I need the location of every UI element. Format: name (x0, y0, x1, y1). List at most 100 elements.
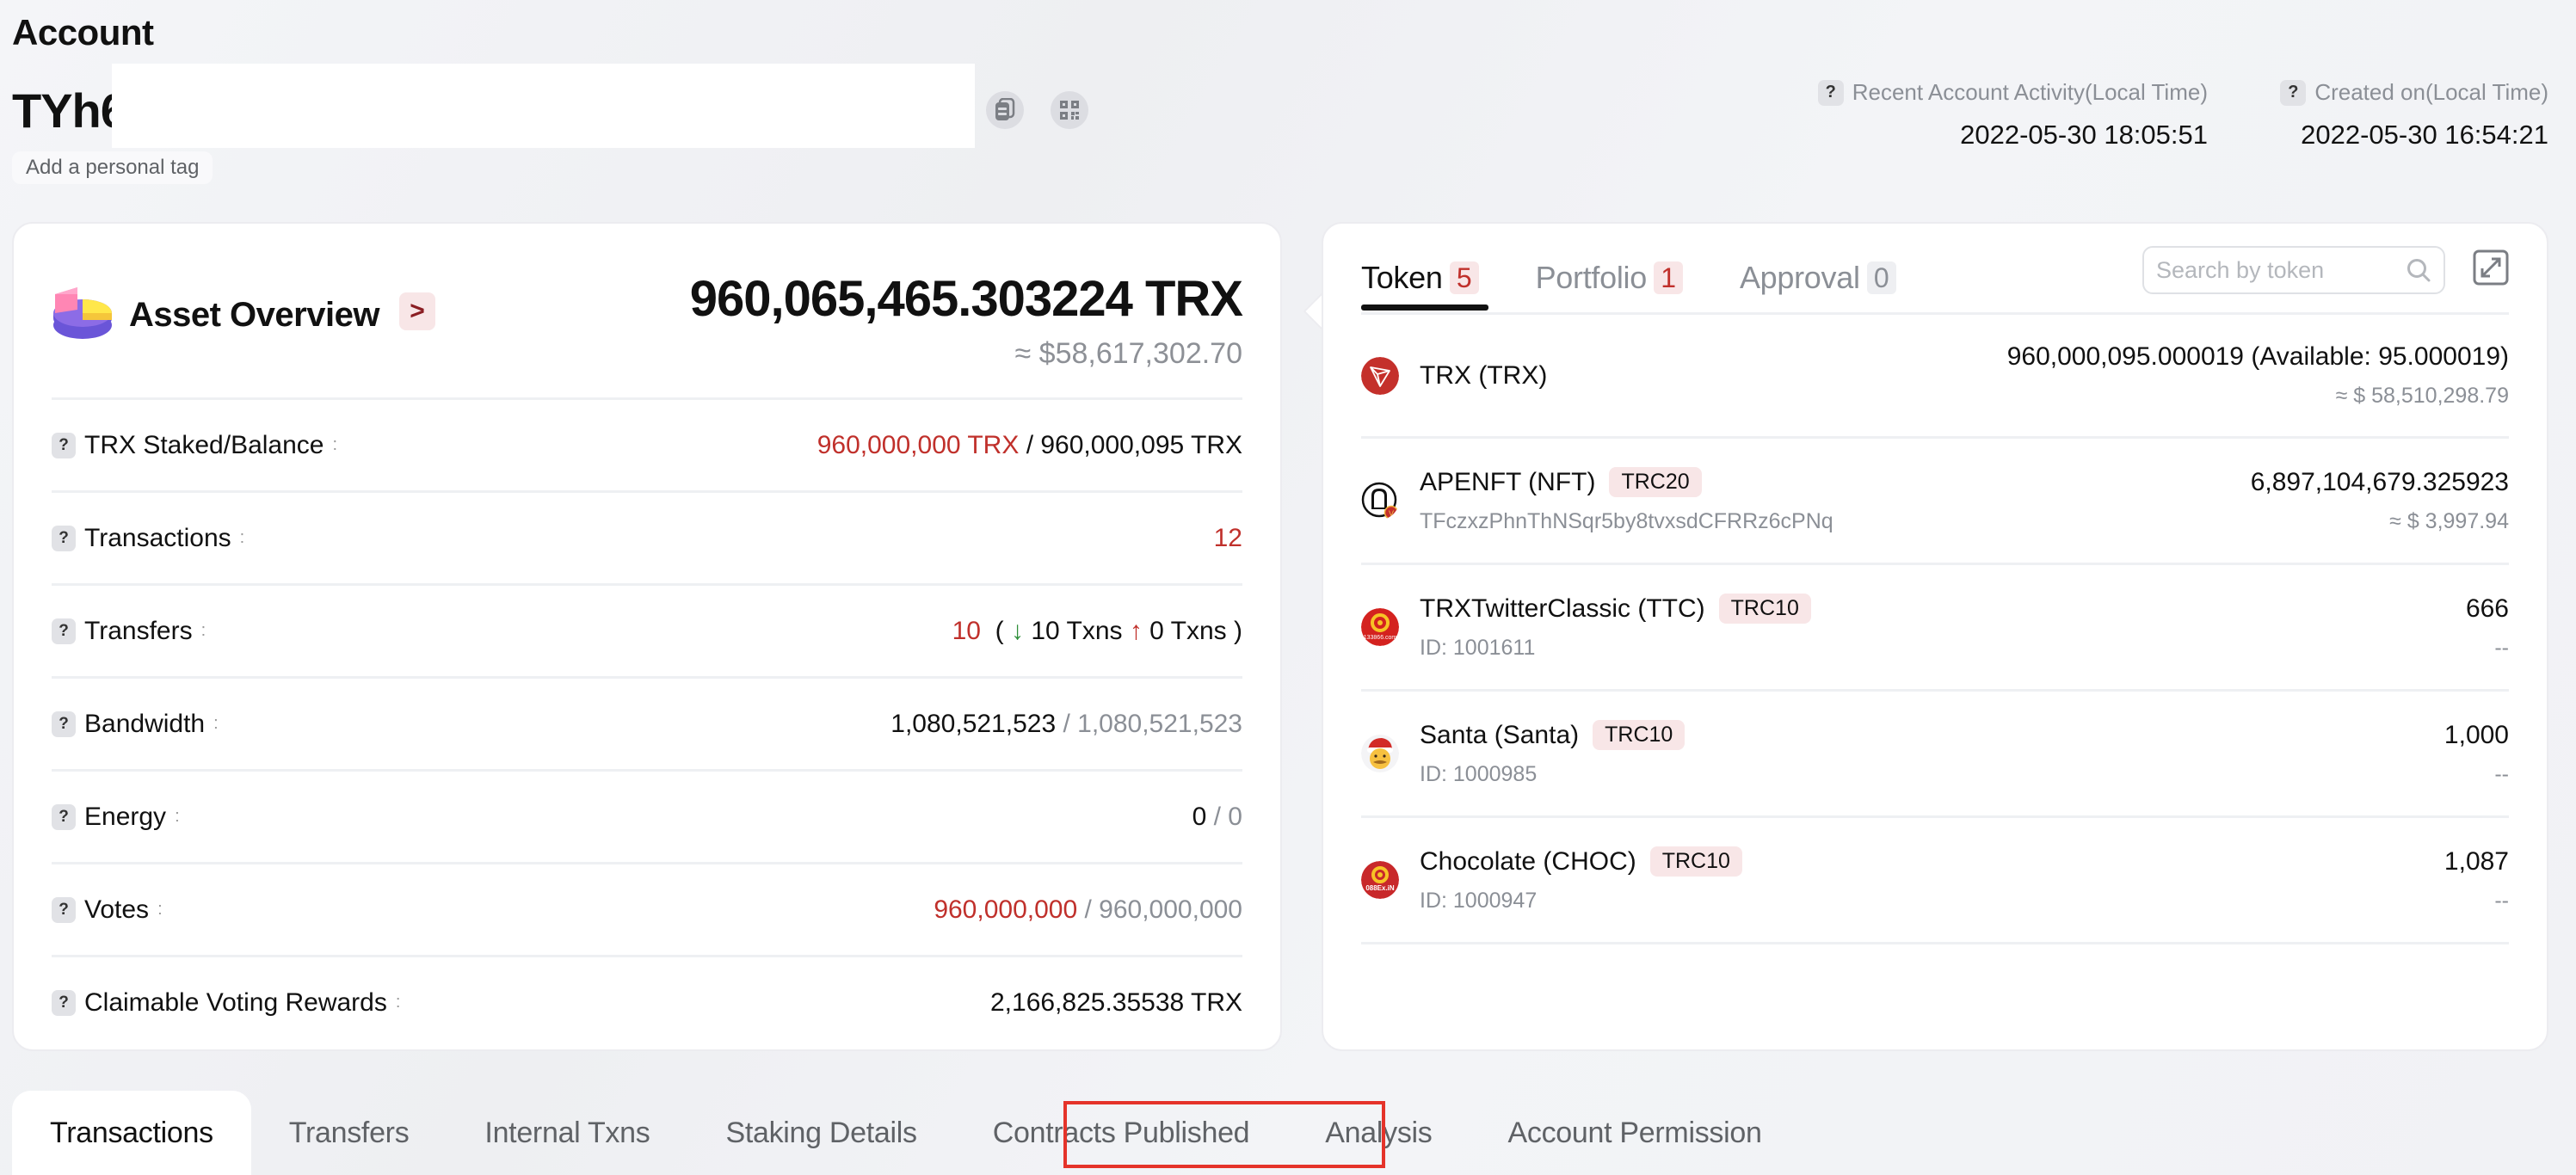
token-name[interactable]: TRXTwitterClassic (TTC) (1420, 594, 1705, 624)
help-icon[interactable]: ? (52, 989, 76, 1016)
label-colon: : (239, 528, 245, 547)
total-balance-usd: ≈ $58,617,302.70 (1014, 337, 1242, 370)
label-colon: : (200, 621, 206, 640)
svg-text:V: V (1389, 509, 1394, 518)
tron-logo-icon (1361, 356, 1399, 395)
redacted-address-overlay (112, 64, 975, 148)
token-name[interactable]: APENFT (NFT) (1420, 468, 1595, 497)
recent-activity-value: 2022-05-30 18:05:51 (1960, 120, 2208, 150)
row-value-part: 2,166,825.35538 TRX (989, 987, 1242, 1017)
token-usd-value: -- (2494, 761, 2509, 786)
tab-count-badge: 5 (1449, 261, 1479, 294)
help-icon[interactable]: ? (52, 432, 76, 458)
token-tabs: Token 5 Portfolio 1 Approval 0 (1361, 249, 1896, 306)
svg-text:133866.com: 133866.com (1364, 635, 1397, 641)
token-name[interactable]: Santa (Santa) (1420, 721, 1579, 750)
label-colon: : (395, 993, 401, 1012)
search-icon[interactable] (2406, 257, 2431, 283)
asset-overview-expand-button[interactable]: > (399, 292, 435, 330)
qr-code-icon (1060, 101, 1079, 120)
help-icon[interactable]: ? (52, 803, 76, 830)
row-label: Claimable Voting Rewards (84, 987, 387, 1017)
label-colon: : (175, 807, 180, 826)
row-label: Bandwidth (84, 709, 206, 738)
created-on-block: ? Created on(Local Time) 2022-05-30 16:54… (2280, 79, 2548, 151)
copy-address-button[interactable] (986, 91, 1024, 129)
recent-activity-label: Recent Account Activity(Local Time) (1852, 79, 2208, 105)
row-value: 960,000,000 / 960,000,000 (934, 895, 1242, 925)
pie-chart-icon (53, 287, 112, 339)
asset-overview-row: ? Claimable Voting Rewards: 2,166,825.3553… (52, 955, 1242, 1048)
help-icon[interactable]: ? (1817, 79, 1844, 106)
row-value: 12 (1214, 524, 1242, 553)
tab-analysis[interactable]: Analysis (1287, 1091, 1470, 1175)
santa-logo-icon (1361, 735, 1399, 772)
ttc-logo-icon: 133866.com (1361, 608, 1399, 646)
token-row[interactable]: TRX (TRX) 960,000,095.000019 (Available:… (1361, 315, 2509, 439)
svg-text:088Ex.iN: 088Ex.iN (1365, 884, 1395, 892)
tab-transfers[interactable]: Transfers (251, 1091, 447, 1175)
row-label-group: ? Claimable Voting Rewards: (52, 988, 400, 1018)
row-value-part: ( (981, 616, 1011, 645)
tab-staking-details[interactable]: Staking Details (687, 1091, 954, 1175)
label-colon: : (157, 900, 163, 919)
asset-overview-title: Asset Overview (129, 296, 379, 334)
tab-internal-txns[interactable]: Internal Txns (447, 1091, 687, 1175)
tab-approval[interactable]: Approval 0 (1740, 260, 1896, 296)
row-label-group: ? Energy: (52, 803, 180, 832)
tab-contracts-published[interactable]: Contracts Published (955, 1091, 1288, 1175)
row-value-part: / 960,000,000 (1077, 895, 1242, 924)
token-amount: 6,897,104,679.325923 (2250, 467, 2509, 496)
token-contract-address[interactable]: TFczxzPhnThNSqr5by8tvxsdCFRRz6cPNq (1420, 509, 1833, 534)
choc-logo-icon: 088Ex.iN (1361, 861, 1399, 899)
help-icon[interactable]: ? (52, 896, 76, 923)
token-search-box (2142, 246, 2445, 294)
tab-account-permission[interactable]: Account Permission (1470, 1091, 1800, 1175)
asset-overview-row: ? Transfers: 10 ( ↓ 10 Txns ↑ 0 Txns ) (52, 583, 1242, 676)
token-standard-badge: TRC10 (1718, 594, 1811, 624)
qr-code-button[interactable] (1051, 91, 1088, 129)
token-search-input[interactable] (2156, 256, 2406, 284)
tab-token[interactable]: Token 5 (1361, 260, 1479, 296)
asset-overview-row: ? Votes: 960,000,000 / 960,000,000 (52, 862, 1242, 955)
token-row[interactable]: 133866.com TRXTwitterClassic (TTC) TRC10… (1361, 565, 2509, 692)
row-label: Transfers (84, 616, 193, 645)
row-value-part: 0 Txns ) (1142, 616, 1242, 645)
token-list: TRX (TRX) 960,000,095.000019 (Available:… (1361, 315, 2509, 944)
row-value-part[interactable]: 10 (952, 617, 981, 645)
asset-overview-row: ? Bandwidth: 1,080,521,523 / 1,080,521,523 (52, 676, 1242, 769)
token-amount: 666 (2465, 594, 2509, 623)
row-value: 1,080,521,523 / 1,080,521,523 (891, 710, 1242, 739)
help-icon[interactable]: ? (52, 618, 76, 644)
tab-count-badge: 1 (1653, 261, 1683, 294)
expand-icon[interactable] (2473, 249, 2509, 286)
tab-transactions[interactable]: Transactions (12, 1091, 251, 1175)
asset-overview-row: ? Transactions: 12 (52, 490, 1242, 583)
row-value-part: 1,080,521,523 (891, 709, 1057, 738)
row-value-part[interactable]: 12 (1214, 524, 1242, 552)
tab-count-badge: 0 (1866, 261, 1896, 294)
token-row[interactable]: 088Ex.iN Chocolate (CHOC) TRC10 ID: 1000… (1361, 818, 2509, 944)
tab-label: Portfolio (1535, 260, 1648, 295)
token-standard-badge: TRC10 (1593, 720, 1685, 750)
account-section-tabs: Transactions Transfers Internal Txns Sta… (12, 1091, 1800, 1175)
row-label: Transactions (84, 523, 231, 552)
token-row[interactable]: V APENFT (NFT) TRC20 TFczxzPhnThNSqr5by8… (1361, 439, 2509, 565)
row-value-part: / 1,080,521,523 (1056, 709, 1242, 738)
token-standard-badge: TRC20 (1609, 467, 1702, 497)
help-icon[interactable]: ? (52, 711, 76, 737)
copy-icon (995, 98, 1015, 120)
help-icon[interactable]: ? (2280, 79, 2307, 106)
add-personal-tag-button[interactable]: Add a personal tag (12, 151, 213, 184)
row-label-group: ? Transactions: (52, 524, 244, 553)
tab-label: Approval (1739, 260, 1860, 295)
token-name[interactable]: TRX (TRX) (1420, 361, 1547, 391)
tab-portfolio[interactable]: Portfolio 1 (1536, 260, 1683, 296)
token-name[interactable]: Chocolate (CHOC) (1420, 847, 1636, 877)
help-icon[interactable]: ? (52, 525, 76, 551)
token-row[interactable]: Santa (Santa) TRC10 ID: 1000985 1,000 -- (1361, 692, 2509, 818)
row-value: 10 ( ↓ 10 Txns ↑ 0 Txns ) (952, 617, 1242, 646)
asset-overview-row: ? Energy: 0 / 0 (52, 769, 1242, 862)
token-amount: 960,000,095.000019 (Available: 95.000019… (2006, 342, 2509, 371)
token-usd-value: -- (2494, 888, 2509, 913)
